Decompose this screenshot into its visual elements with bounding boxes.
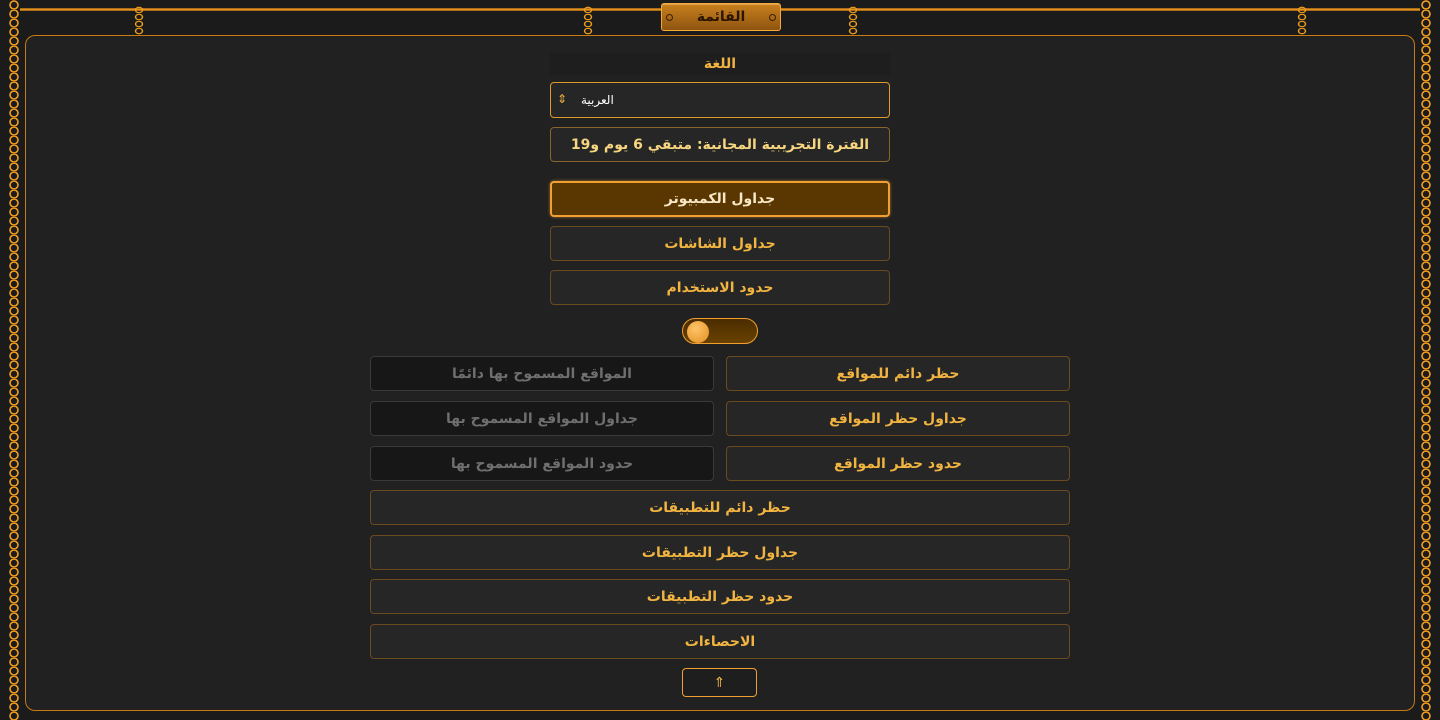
chain-post xyxy=(1295,6,1309,36)
up-arrow-icon: ⇑ xyxy=(713,674,726,691)
app-block-schedules-button[interactable]: جداول حظر التطبيقات xyxy=(370,535,1070,570)
screen-schedules-button[interactable]: جداول الشاشات xyxy=(550,226,890,261)
permanent-app-block-button[interactable]: حظر دائم للتطبيقات xyxy=(370,490,1070,525)
language-select[interactable]: ⇕ العربية xyxy=(550,82,890,118)
computer-schedules-button[interactable]: جداول الكمبيوتر xyxy=(550,181,890,217)
allowed-site-schedules-button[interactable]: جداول المواقع المسموح بها xyxy=(370,401,714,436)
chain-border-right xyxy=(1418,0,1434,720)
language-label: اللغة xyxy=(550,53,890,75)
app-block-limits-button[interactable]: حدود حظر التطبيقات xyxy=(370,579,1070,614)
menu-title: القائمة xyxy=(696,9,746,25)
chain-post xyxy=(132,6,146,36)
always-allowed-sites-button[interactable]: المواقع المسموح بها دائمًا xyxy=(370,356,714,391)
statistics-button[interactable]: الاحصاءات xyxy=(370,624,1070,659)
usage-limits-button[interactable]: حدود الاستخدام xyxy=(550,270,890,305)
rivet-icon xyxy=(769,14,776,21)
chain-border-left xyxy=(6,0,22,720)
site-block-schedules-button[interactable]: جداول حظر المواقع xyxy=(726,401,1070,436)
menu-button[interactable]: القائمة xyxy=(661,3,781,31)
trial-status: الفترة التجريبية المجانية: متبقي 6 يوم و… xyxy=(550,127,890,162)
chain-post xyxy=(581,6,595,36)
mode-toggle[interactable] xyxy=(682,318,758,344)
allowed-site-limits-button[interactable]: حدود المواقع المسموح بها xyxy=(370,446,714,481)
chain-post xyxy=(846,6,860,36)
permanent-site-block-button[interactable]: حظر دائم للمواقع xyxy=(726,356,1070,391)
language-selected-value: العربية xyxy=(581,93,614,107)
scroll-up-button[interactable]: ⇑ xyxy=(682,668,757,697)
site-block-limits-button[interactable]: حدود حظر المواقع xyxy=(726,446,1070,481)
rivet-icon xyxy=(666,14,673,21)
sort-arrows-icon: ⇕ xyxy=(557,92,568,106)
toggle-knob xyxy=(687,321,709,343)
